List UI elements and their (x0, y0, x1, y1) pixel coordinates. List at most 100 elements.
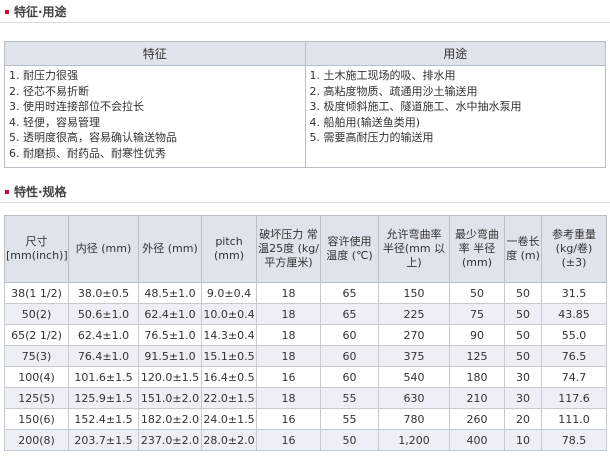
spec-table-row: 38(1 1/2) 38.0±0.5 48.5±1.0 9.0±0.4 18 65 150 5… (4, 282, 607, 304)
spec-table-cell: 780 (378, 408, 450, 430)
spec-table-cell: 38(1 1/2) (4, 282, 69, 304)
spec-table-cell: 16 (256, 366, 321, 388)
spec-table-cell: 18 (256, 345, 321, 367)
spec-table-cell: 76.5 (541, 345, 607, 367)
spec-table-cell: 16.4±0.5 (201, 366, 257, 388)
spec-table-cell: 9.0±0.4 (201, 282, 257, 304)
specs-header-row: 尺寸 [mm(inch)] 内径 (mm) 外径 (mm) pitch (mm) 破坏压… (4, 215, 607, 283)
spec-table-cell: 540 (378, 366, 450, 388)
spec-table-cell: 151.0±2.0 (138, 387, 202, 409)
spec-table-cell: 60 (320, 324, 379, 346)
feature-item: 1. 耐压力很强 (9, 69, 78, 82)
spec-table-cell: 18 (256, 303, 321, 325)
spec-table-cell: 270 (378, 324, 450, 346)
spec-table-cell: 100(4) (4, 366, 69, 388)
spec-column-header: 内径 (mm) (68, 215, 139, 283)
spec-table-cell: 18 (256, 324, 321, 346)
spec-table-cell: 76.4±1.0 (68, 345, 139, 367)
spec-column-header: 参考重量 (kg/卷) (±3) (541, 215, 607, 283)
spec-table-cell: 30 (504, 366, 542, 388)
use-item: 3. 极度倾斜施工、隧道施工、水中抽水泵用 (309, 100, 522, 113)
spec-table-cell: 90 (449, 324, 505, 346)
spec-column-header: pitch (mm) (201, 215, 257, 283)
spec-table-cell: 20 (504, 408, 542, 430)
spec-table-cell: 75 (449, 303, 505, 325)
spec-table-cell: 125.9±1.5 (68, 387, 139, 409)
spec-table-cell: 65 (320, 303, 379, 325)
spec-table-cell: 150(6) (4, 408, 69, 430)
spec-table-cell: 50 (449, 282, 505, 304)
spec-table-cell: 43.85 (541, 303, 607, 325)
spec-table-cell: 16 (256, 429, 321, 451)
spec-table-cell: 260 (449, 408, 505, 430)
spec-table-cell: 10.0±0.4 (201, 303, 257, 325)
spec-table-cell: 203.7±1.5 (68, 429, 139, 451)
spec-table-cell: 101.6±1.5 (68, 366, 139, 388)
spec-table-cell: 55 (320, 408, 379, 430)
spec-table-cell: 200(8) (4, 429, 69, 451)
spec-table-cell: 400 (449, 429, 505, 451)
spec-table-cell: 91.5±1.0 (138, 345, 202, 367)
spec-table-cell: 18 (256, 387, 321, 409)
spec-table-cell: 375 (378, 345, 450, 367)
spec-column-header: 一卷长度 (m) (504, 215, 542, 283)
section-bullet-icon (5, 190, 9, 194)
spec-table-cell: 50 (504, 345, 542, 367)
spec-table-row: 200(8) 203.7±1.5 237.0±2.0 28.0±2.0 16 50 1,20… (4, 429, 607, 451)
spec-table-cell: 55.0 (541, 324, 607, 346)
spec-table-cell: 31.5 (541, 282, 607, 304)
specs-section-title: 特性·规格 (0, 182, 610, 203)
spec-table-cell: 152.4±1.5 (68, 408, 139, 430)
section-bullet-icon (5, 10, 9, 14)
spec-table-cell: 14.3±0.4 (201, 324, 257, 346)
spec-table-cell: 50 (504, 324, 542, 346)
spec-table-cell: 630 (378, 387, 450, 409)
spec-table-cell: 18 (256, 282, 321, 304)
feature-item: 3. 使用时连接部位不会拉长 (9, 100, 144, 113)
spec-table-cell: 50 (504, 303, 542, 325)
spec-table-row: 50(2) 50.6±1.0 62.4±1.0 10.0±0.4 18 65 225 75 50… (4, 303, 607, 325)
spec-table-row: 75(3) 76.4±1.0 91.5±1.0 15.1±0.5 18 60 375 125 5… (4, 345, 607, 367)
spec-table-cell: 76.5±1.0 (138, 324, 202, 346)
feature-item: 5. 透明度很高，容易确认输送物品 (9, 131, 177, 144)
use-item: 2. 高粘度物质、疏通用沙土输送用 (309, 84, 478, 98)
features-title-text: 特征·用途 (14, 5, 67, 19)
spec-table-cell: 237.0±2.0 (138, 429, 202, 451)
spec-table-cell: 55 (320, 387, 379, 409)
features-section-title: 特征·用途 (0, 2, 610, 23)
uses-column-header: 用途 (304, 41, 606, 66)
spec-table-cell: 111.0 (541, 408, 607, 430)
spec-table-cell: 22.0±1.5 (201, 387, 257, 409)
spec-table-cell: 65(2 1/2) (4, 324, 69, 346)
use-item: 4. 船舶用(输送鱼类用) (309, 115, 421, 129)
spec-table-cell: 225 (378, 303, 450, 325)
spec-table-cell: 60 (320, 366, 379, 388)
spec-table-cell: 50 (320, 429, 379, 451)
spec-table-cell: 62.4±1.0 (68, 324, 139, 346)
spec-table-row: 150(6) 152.4±1.5 182.0±2.0 24.0±1.5 16 55 780 2… (4, 408, 607, 430)
use-item: 1. 土木施工现场的吸、排水用 (309, 69, 456, 82)
spec-column-header: 容许使用 温度 (℃) (320, 215, 379, 283)
spec-table-cell: 62.4±1.0 (138, 303, 202, 325)
spec-table-cell: 15.1±0.5 (201, 345, 257, 367)
spec-table-cell: 16 (256, 408, 321, 430)
specs-table-body: 38(1 1/2) 38.0±0.5 48.5±1.0 9.0±0.4 18 65 150 5… (4, 282, 607, 451)
spec-table-cell: 24.0±1.5 (201, 408, 257, 430)
spec-table-row: 100(4) 101.6±1.5 120.0±1.5 16.4±0.5 16 60 540 1… (4, 366, 607, 388)
features-list-cell: 1. 耐压力很强 2. 径芯不易折断 3. 使用时连接部位不会拉长 4. 轻便，… (4, 65, 306, 168)
spec-table-cell: 78.5 (541, 429, 607, 451)
spec-table-cell: 150 (378, 282, 450, 304)
features-column-header: 特征 (4, 41, 306, 66)
spec-table-cell: 125(5) (4, 387, 69, 409)
spec-column-header: 允许弯曲率 半径(mm 以上) (378, 215, 450, 283)
spec-table-cell: 50(2) (4, 303, 69, 325)
spec-table-cell: 10 (504, 429, 542, 451)
features-uses-table: 特征 用途 1. 耐压力很强 2. 径芯不易折断 3. 使用时连接部位不会拉长 … (4, 41, 606, 168)
spec-column-header: 最少弯曲率 半径 (mm) (449, 215, 505, 283)
uses-list-cell: 1. 土木施工现场的吸、排水用 2. 高粘度物质、疏通用沙土输送用 3. 极度倾… (304, 65, 606, 168)
spec-column-header: 破坏压力 常温25度 (kg/平方厘米) (256, 215, 321, 283)
spec-table-row: 65(2 1/2) 62.4±1.0 76.5±1.0 14.3±0.4 18 60 270… (4, 324, 607, 346)
spec-table-cell: 74.7 (541, 366, 607, 388)
spec-table-cell: 1,200 (378, 429, 450, 451)
spec-table-cell: 117.6 (541, 387, 607, 409)
